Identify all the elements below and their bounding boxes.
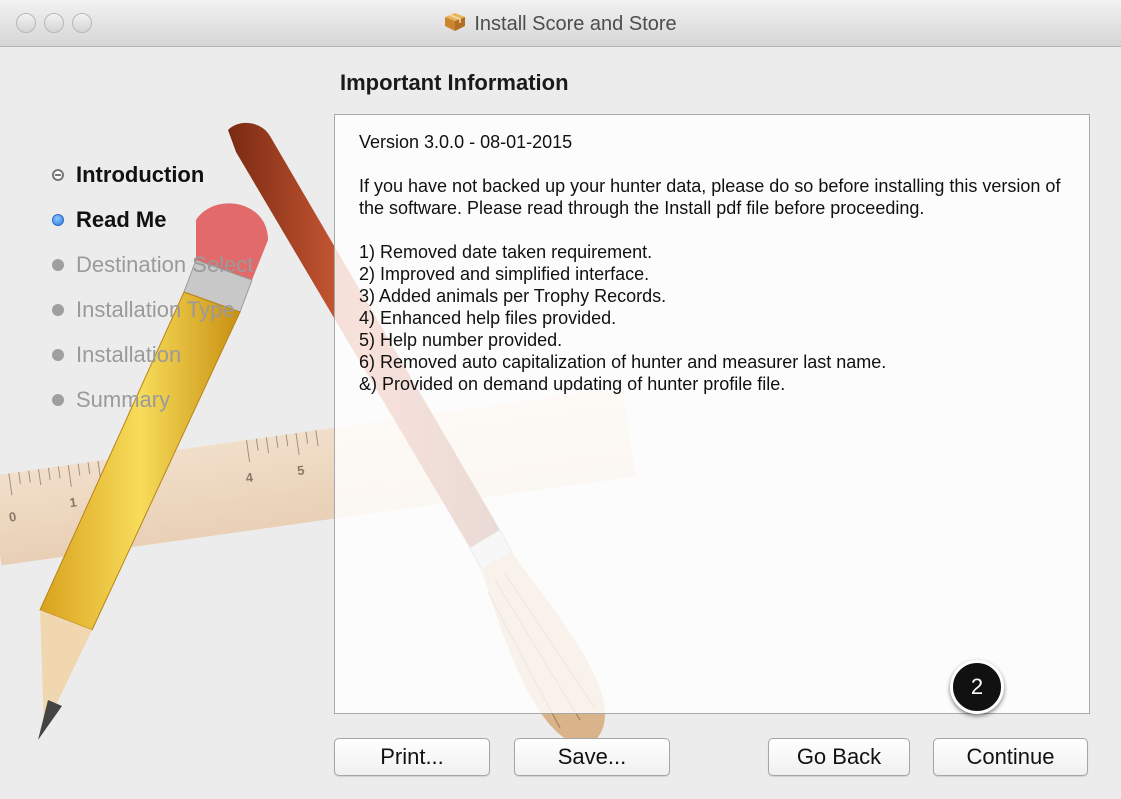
step-pending-icon — [52, 348, 64, 361]
list-item: &) Provided on demand updating of hunter… — [359, 374, 786, 394]
window-title: Install Score and Store — [474, 13, 677, 35]
list-item: 4) Enhanced help files provided. — [359, 308, 617, 328]
page-heading: Important Information — [340, 70, 569, 95]
continue-button[interactable]: Continue — [933, 738, 1088, 776]
step-done-icon — [52, 168, 64, 181]
installer-window: Install Score and Store 0 1 4 5 Importan… — [0, 0, 1121, 799]
step-label: Summary — [76, 386, 171, 412]
step-label: Installation — [76, 341, 182, 367]
go-back-button[interactable]: Go Back — [768, 738, 910, 776]
step-pending-icon — [52, 393, 64, 406]
version-line: Version 3.0.0 - 08-01-2015 — [359, 132, 573, 152]
change-list: 1) Removed date taken requirement. 2) Im… — [359, 241, 1069, 395]
step-introduction: Introduction — [52, 152, 253, 197]
list-item: 6) Removed auto capitalization of hunter… — [359, 352, 887, 372]
annotation-badge: 2 — [950, 660, 1004, 714]
step-destination-select: Destination Select — [52, 242, 253, 287]
step-pending-icon — [52, 258, 64, 271]
title-bar: Install Score and Store — [0, 0, 1121, 47]
step-label: Read Me — [76, 206, 167, 232]
installer-steps: Introduction Read Me Destination Select … — [52, 152, 253, 422]
save-button[interactable]: Save... — [514, 738, 670, 776]
readme-text-area[interactable]: Version 3.0.0 - 08-01-2015 If you have n… — [334, 114, 1090, 714]
list-item: 5) Help number provided. — [359, 330, 563, 350]
step-read-me: Read Me — [52, 197, 253, 242]
step-label: Destination Select — [76, 251, 254, 277]
list-item: 1) Removed date taken requirement. — [359, 242, 653, 262]
step-current-icon — [52, 213, 64, 226]
step-installation-type: Installation Type — [52, 287, 253, 332]
step-installation: Installation — [52, 332, 253, 377]
window-title-container: Install Score and Store — [0, 12, 1121, 38]
print-button[interactable]: Print... — [334, 738, 490, 776]
step-label: Introduction — [76, 161, 205, 187]
step-label: Installation Type — [76, 296, 235, 322]
step-pending-icon — [52, 303, 64, 316]
backup-notice: If you have not backed up your hunter da… — [359, 176, 1061, 218]
package-icon — [444, 12, 466, 38]
list-item: 3) Added animals per Trophy Records. — [359, 286, 667, 306]
step-summary: Summary — [52, 377, 253, 422]
list-item: 2) Improved and simplified interface. — [359, 264, 650, 284]
